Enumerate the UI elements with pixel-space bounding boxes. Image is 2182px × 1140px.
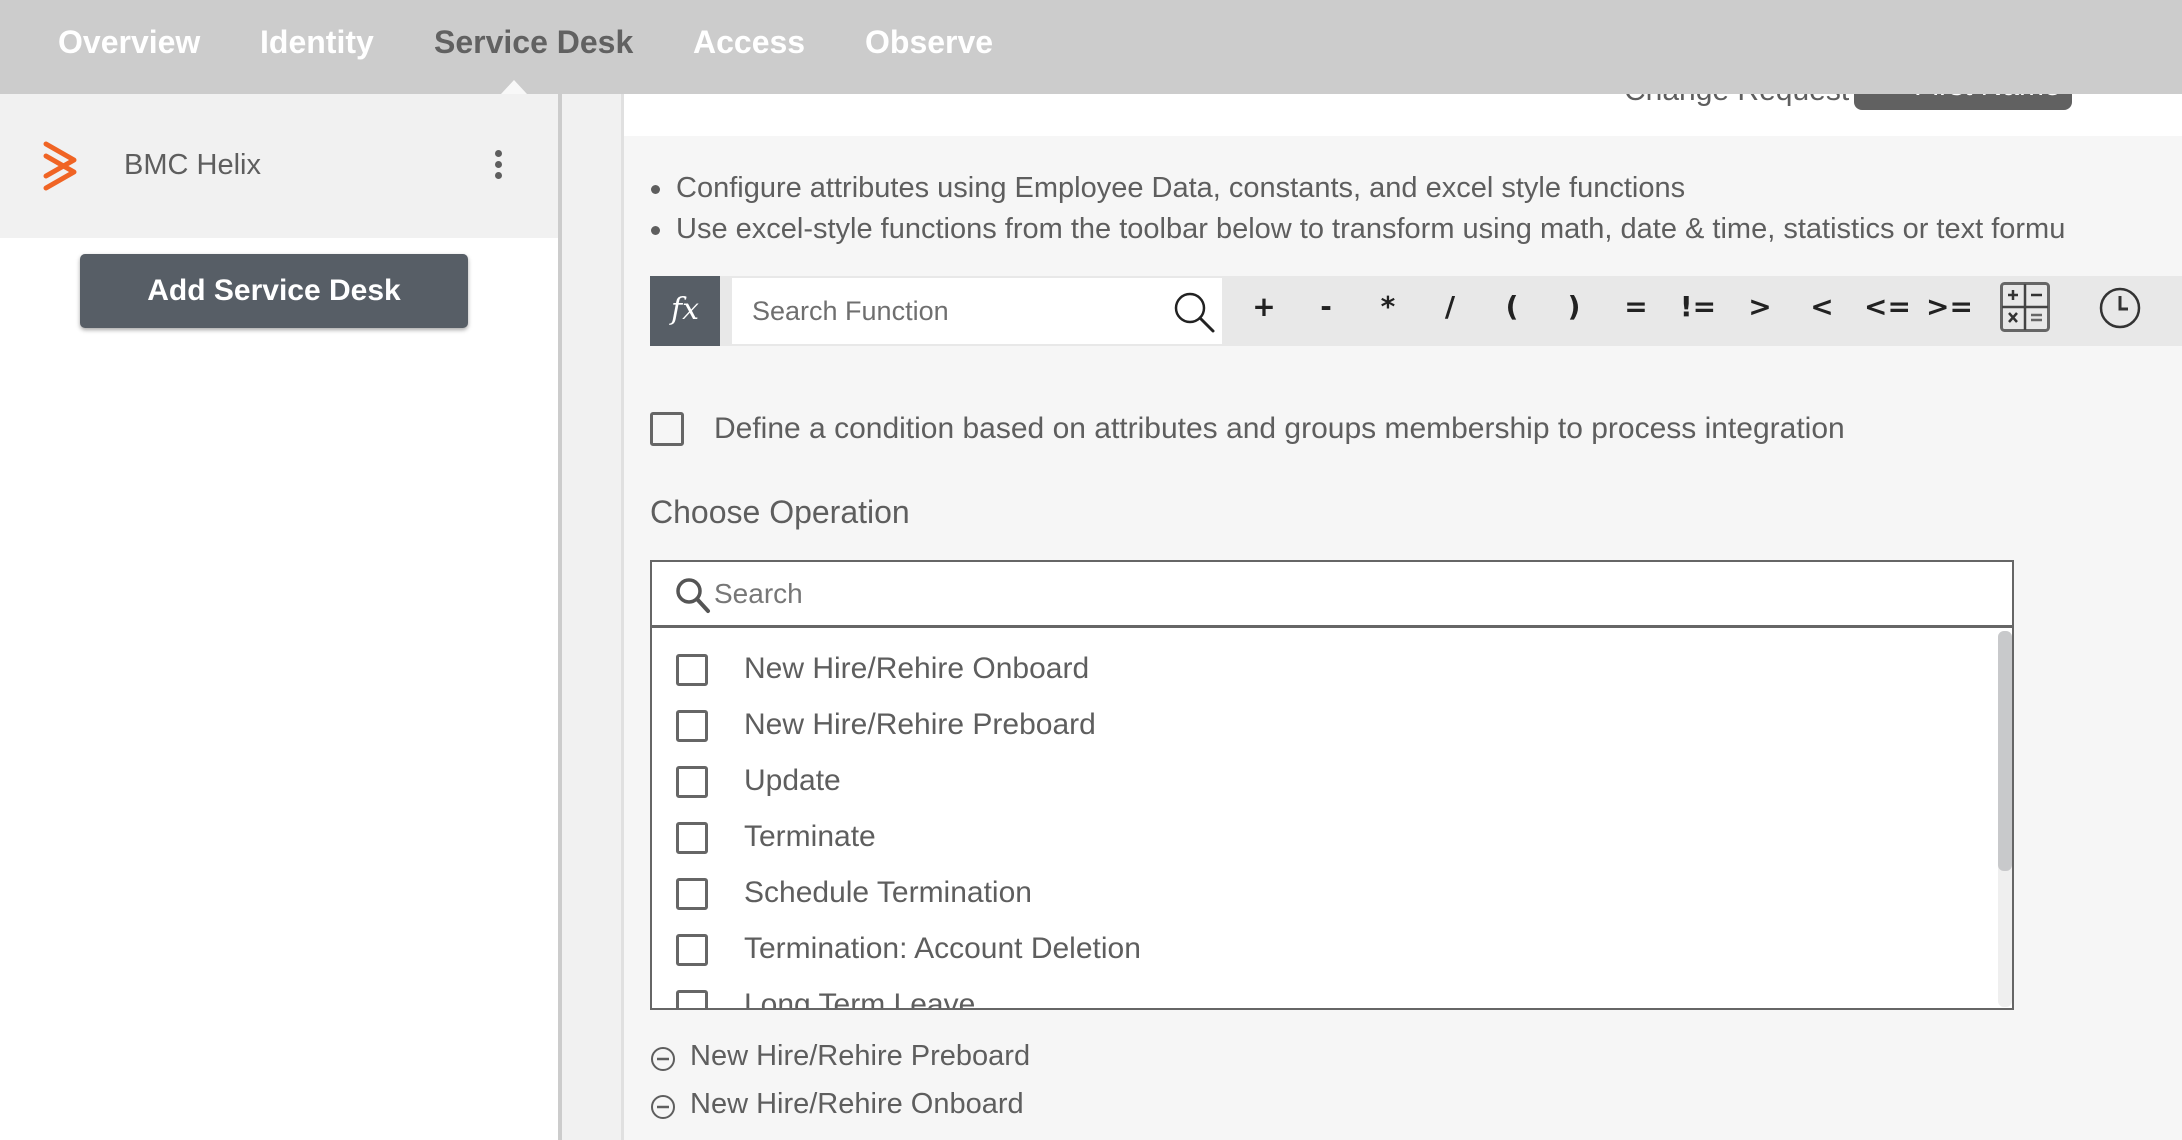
- condition-row: Define a condition based on attributes a…: [650, 412, 1845, 446]
- top-nav: Overview Identity Service Desk Access Ob…: [0, 0, 2182, 94]
- operation-option[interactable]: Terminate: [676, 820, 876, 862]
- gutter: [562, 94, 622, 1140]
- operator-plus-button[interactable]: +: [1244, 290, 1284, 323]
- condition-label: Define a condition based on attributes a…: [714, 412, 1845, 445]
- operator-less-button[interactable]: <: [1802, 290, 1842, 323]
- operation-option[interactable]: Update: [676, 764, 841, 806]
- operator-not-equals-button[interactable]: !=: [1678, 290, 1718, 323]
- main-content: Change Request First Name Configure attr…: [624, 94, 2182, 1140]
- operation-label: Long Term Leave: [744, 988, 976, 1008]
- active-tab-indicator: [501, 80, 527, 94]
- remove-circle-icon[interactable]: [650, 1046, 676, 1072]
- operator-less-equal-button[interactable]: <=: [1864, 290, 1911, 323]
- operation-label: New Hire/Rehire Onboard: [744, 652, 1090, 685]
- instruction-item: Configure attributes using Employee Data…: [648, 168, 2065, 209]
- operator-multiply-button[interactable]: *: [1368, 290, 1408, 323]
- operator-divide-button[interactable]: /: [1430, 290, 1470, 323]
- operator-close-paren-button[interactable]: ): [1554, 290, 1594, 323]
- operation-checkbox[interactable]: [676, 766, 708, 798]
- operation-checkbox[interactable]: [676, 934, 708, 966]
- operation-checkbox[interactable]: [676, 710, 708, 742]
- remove-circle-icon[interactable]: [650, 1094, 676, 1120]
- tab-identity[interactable]: Identity: [260, 24, 374, 61]
- operation-label: Terminate: [744, 820, 876, 853]
- bmc-helix-logo-icon: [43, 141, 77, 191]
- operator-open-paren-button[interactable]: (: [1492, 290, 1532, 323]
- operation-option[interactable]: New Hire/Rehire Preboard: [676, 708, 1096, 750]
- selected-operation-label: New Hire/Rehire Onboard: [690, 1088, 1024, 1120]
- operation-option[interactable]: New Hire/Rehire Onboard: [676, 652, 1089, 694]
- tab-overview[interactable]: Overview: [58, 24, 200, 61]
- tab-access[interactable]: Access: [693, 24, 805, 61]
- list-scrollbar-thumb[interactable]: [1998, 631, 2012, 871]
- operation-checkbox[interactable]: [676, 990, 708, 1008]
- tab-service-desk[interactable]: Service Desk: [434, 24, 633, 61]
- operation-checkbox[interactable]: [676, 822, 708, 854]
- operation-label: Termination: Account Deletion: [744, 932, 1141, 965]
- header-strip: Change Request First Name: [624, 94, 2182, 136]
- provider-item[interactable]: BMC Helix: [0, 94, 558, 238]
- fx-button[interactable]: fx: [650, 276, 720, 346]
- provider-name: BMC Helix: [124, 149, 261, 181]
- add-service-desk-button[interactable]: Add Service Desk: [80, 254, 468, 328]
- operation-option[interactable]: Long Term Leave: [676, 988, 975, 1008]
- clock-icon[interactable]: [2098, 286, 2142, 330]
- instructions-list: Configure attributes using Employee Data…: [648, 168, 2065, 250]
- operation-label: New Hire/Rehire Preboard: [744, 708, 1096, 741]
- calculator-icon[interactable]: [2000, 282, 2050, 332]
- more-options-icon[interactable]: [486, 150, 510, 184]
- operation-option[interactable]: Termination: Account Deletion: [676, 932, 1141, 974]
- sidebar: BMC Helix Add Service Desk: [0, 94, 558, 1140]
- choose-operation-title: Choose Operation: [650, 494, 910, 530]
- operator-minus-button[interactable]: -: [1306, 290, 1346, 323]
- search-function-field: [732, 278, 1222, 344]
- selected-operation-label: New Hire/Rehire Preboard: [690, 1040, 1031, 1072]
- condition-checkbox[interactable]: [650, 412, 684, 446]
- operation-option[interactable]: Schedule Termination: [676, 876, 1032, 918]
- operation-list: New Hire/Rehire Onboard New Hire/Rehire …: [652, 628, 2000, 1008]
- operation-label: Schedule Termination: [744, 876, 1032, 909]
- attribute-select[interactable]: First Name: [1854, 94, 2072, 110]
- operation-checkbox[interactable]: [676, 654, 708, 686]
- operator-greater-button[interactable]: >: [1740, 290, 1780, 323]
- search-icon: [676, 578, 710, 613]
- operation-search-field: [652, 562, 2012, 628]
- change-request-label: Change Request: [1624, 94, 1849, 108]
- search-icon[interactable]: [1172, 290, 1216, 334]
- operation-search-input[interactable]: [714, 562, 1994, 626]
- operation-checkbox[interactable]: [676, 878, 708, 910]
- operation-label: Update: [744, 764, 841, 797]
- search-function-input[interactable]: [732, 278, 1152, 344]
- instruction-item: Use excel-style functions from the toolb…: [648, 209, 2065, 250]
- formula-toolbar: fx + - * / ( ) = != > < <= >=: [650, 276, 2182, 346]
- operation-list-box: New Hire/Rehire Onboard New Hire/Rehire …: [650, 560, 2014, 1010]
- tab-observe[interactable]: Observe: [865, 24, 993, 61]
- operator-equals-button[interactable]: =: [1616, 290, 1656, 323]
- operator-greater-equal-button[interactable]: >=: [1926, 290, 1973, 323]
